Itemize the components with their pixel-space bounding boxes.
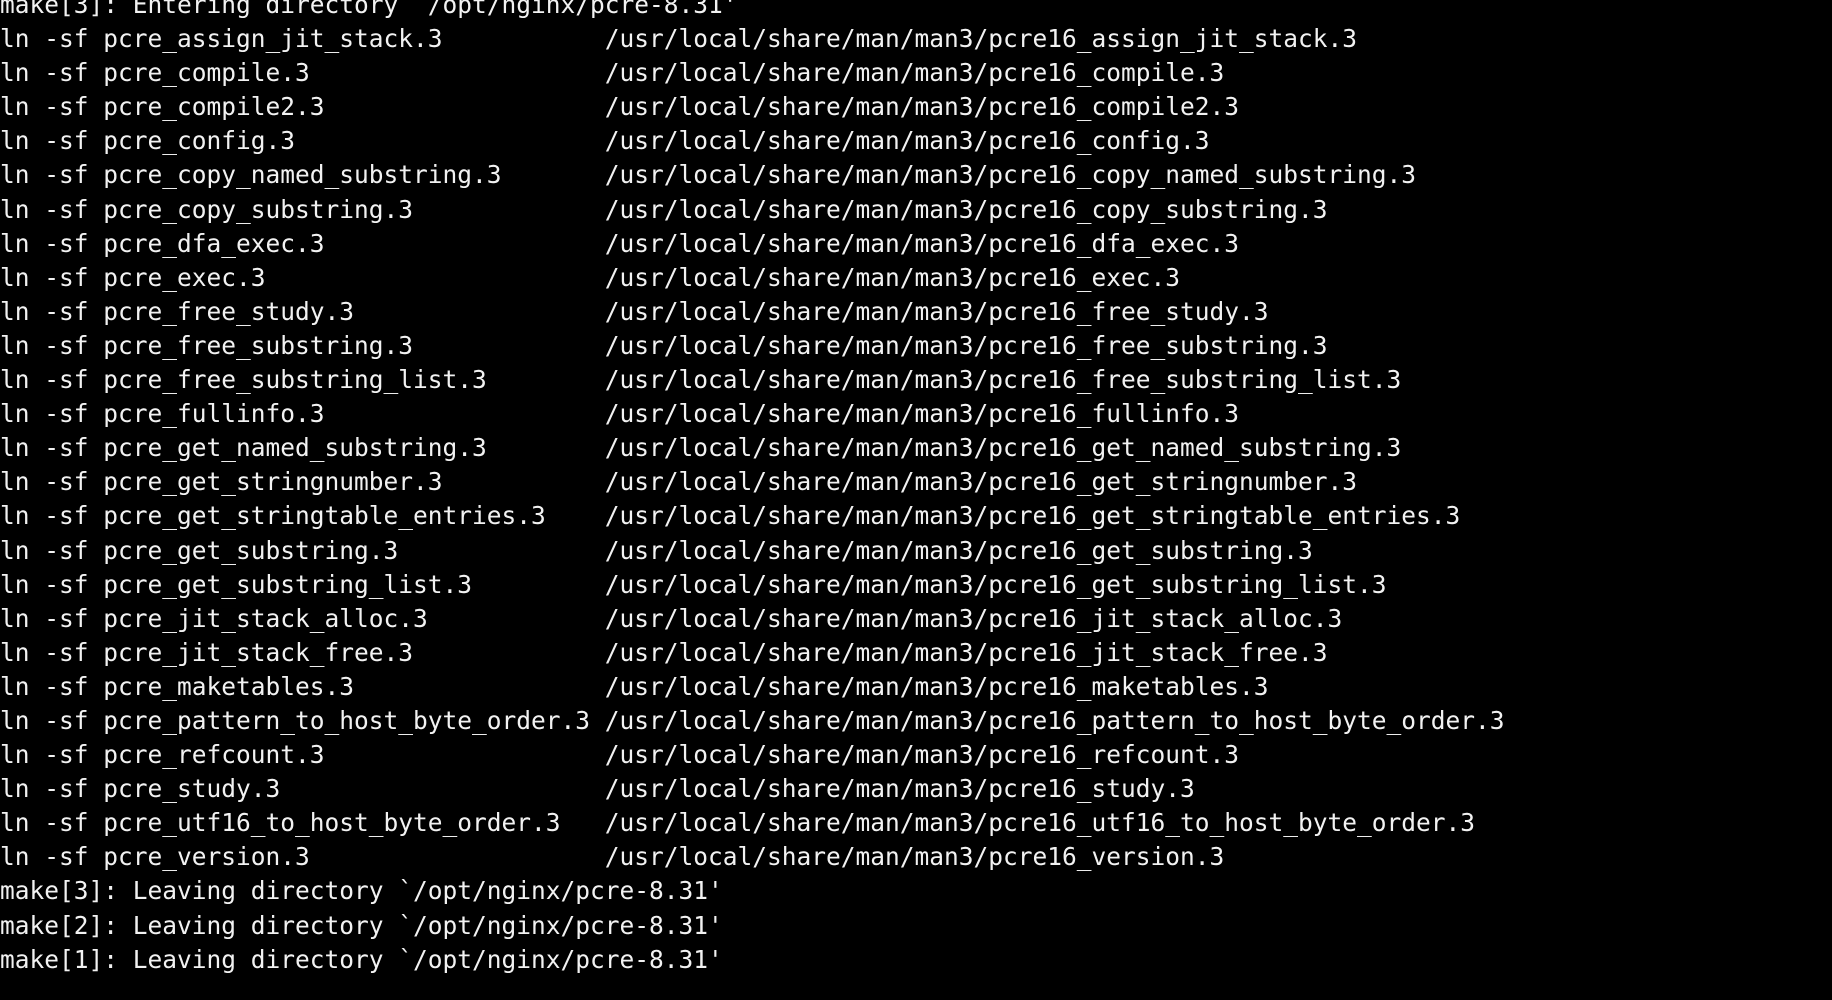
terminal-line: ln -sf pcre_pattern_to_host_byte_order.3… [0,705,1505,735]
terminal-line: make[2]: Leaving directory `/opt/nginx/p… [0,910,723,940]
terminal-line: ln -sf pcre_study.3 /usr/local/share/man… [0,774,1195,804]
terminal-line: ln -sf pcre_get_substring_list.3 /usr/lo… [0,569,1387,599]
terminal-line: ln -sf pcre_config.3 /usr/local/share/ma… [0,126,1210,156]
terminal-line: ln -sf pcre_get_stringtable_entries.3 /u… [0,501,1461,531]
terminal-line: ln -sf pcre_jit_stack_alloc.3 /usr/local… [0,603,1343,633]
terminal-line: ln -sf pcre_version.3 /usr/local/share/m… [0,842,1225,872]
terminal-line: ln -sf pcre_get_substring.3 /usr/local/s… [0,535,1313,565]
terminal-line: ln -sf pcre_assign_jit_stack.3 /usr/loca… [0,24,1358,54]
terminal-line: ln -sf pcre_get_named_substring.3 /usr/l… [0,433,1402,463]
terminal-line: ln -sf pcre_refcount.3 /usr/local/share/… [0,740,1240,770]
terminal-line: ln -sf pcre_fullinfo.3 /usr/local/share/… [0,399,1240,429]
terminal-line: make[3]: Entering directory `/opt/nginx/… [0,0,738,19]
terminal-line: ln -sf pcre_get_stringnumber.3 /usr/loca… [0,467,1358,497]
terminal-scrollback[interactable]: make[3]: Entering directory `/opt/nginx/… [0,0,1832,1000]
terminal-line: ln -sf pcre_free_substring_list.3 /usr/l… [0,365,1402,395]
terminal-line: ln -sf pcre_dfa_exec.3 /usr/local/share/… [0,228,1240,258]
terminal-window[interactable]: make[3]: Entering directory `/opt/nginx/… [0,0,1832,1000]
terminal-line: ln -sf pcre_compile2.3 /usr/local/share/… [0,92,1240,122]
terminal-line: make[1]: Leaving directory `/opt/nginx/p… [0,944,723,974]
terminal-line: ln -sf pcre_compile.3 /usr/local/share/m… [0,58,1225,88]
terminal-line: ln -sf pcre_copy_substring.3 /usr/local/… [0,194,1328,224]
terminal-line: ln -sf pcre_free_study.3 /usr/local/shar… [0,296,1269,326]
terminal-line: ln -sf pcre_utf16_to_host_byte_order.3 /… [0,808,1476,838]
terminal-line: ln -sf pcre_copy_named_substring.3 /usr/… [0,160,1417,190]
terminal-line: ln -sf pcre_exec.3 /usr/local/share/man/… [0,262,1181,292]
terminal-line: ln -sf pcre_jit_stack_free.3 /usr/local/… [0,637,1328,667]
terminal-line: ln -sf pcre_maketables.3 /usr/local/shar… [0,671,1269,701]
terminal-line: make[3]: Leaving directory `/opt/nginx/p… [0,876,723,906]
terminal-line: ln -sf pcre_free_substring.3 /usr/local/… [0,330,1328,360]
